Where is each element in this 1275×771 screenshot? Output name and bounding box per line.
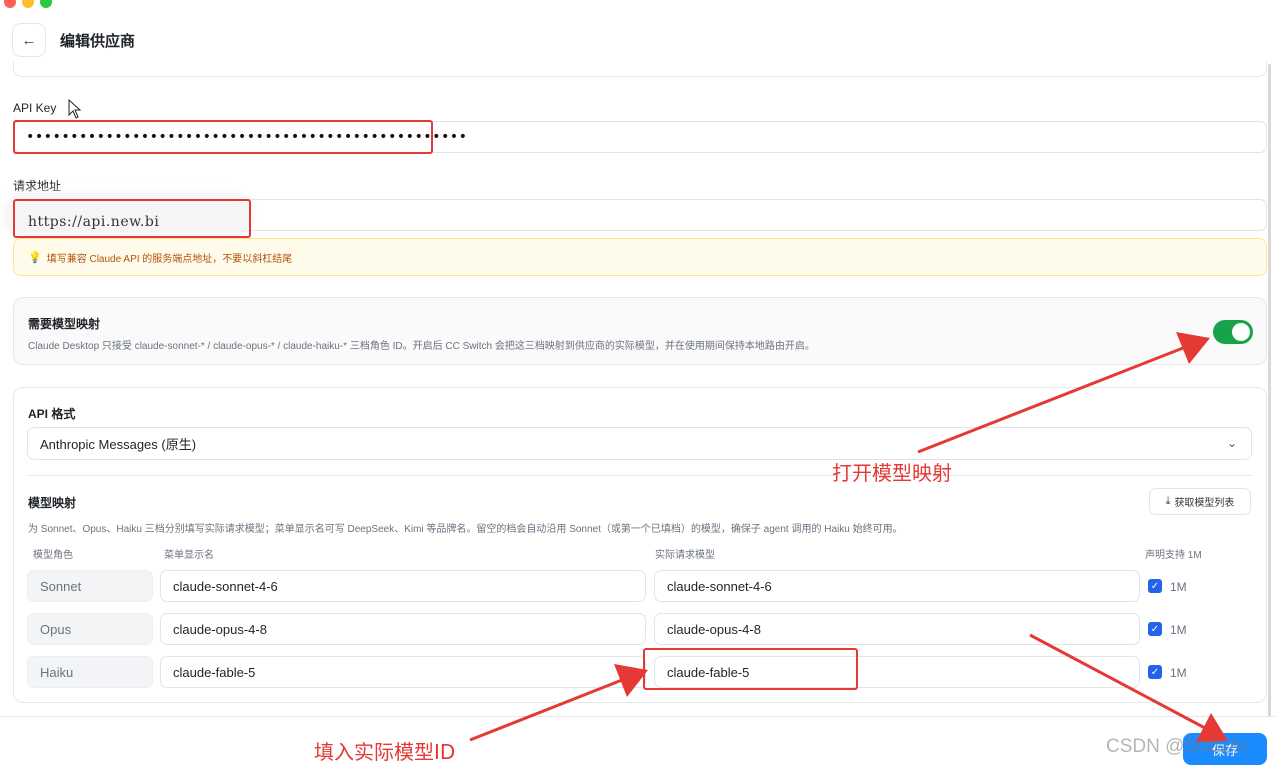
annotation-toggle-note: 打开模型映射	[832, 461, 952, 485]
label-1m-haiku: 1M	[1170, 666, 1187, 680]
footer-bar	[0, 716, 1275, 771]
minimize-window-icon[interactable]	[22, 0, 34, 8]
fetch-models-button[interactable]: ⤓ 获取模型列表	[1149, 488, 1251, 515]
role-cell-haiku: Haiku	[27, 656, 153, 688]
model-map-desc: 为 Sonnet、Opus、Haiku 三档分别填写实际请求模型；菜单显示名可写…	[28, 524, 903, 535]
annotation-box-url	[13, 199, 251, 238]
lightbulb-icon: 💡	[28, 251, 42, 264]
model-mapping-toggle[interactable]	[1213, 320, 1253, 344]
arrow-left-icon: ←	[21, 31, 37, 49]
label-1m-sonnet: 1M	[1170, 580, 1187, 594]
scrollbar[interactable]	[1268, 64, 1271, 771]
annotation-fill-note: 填入实际模型ID	[314, 740, 456, 764]
checkbox-1m-sonnet[interactable]: ✓	[1148, 579, 1162, 593]
check-icon: ✓	[1150, 623, 1160, 635]
mouse-cursor-icon	[68, 99, 82, 119]
check-icon: ✓	[1150, 666, 1160, 678]
model-mapping-toggle-title: 需要模型映射	[28, 317, 101, 331]
model-mapping-toggle-card	[13, 297, 1267, 365]
api-format-label: API 格式	[28, 407, 76, 421]
actual-model-input-opus[interactable]: claude-opus-4-8	[654, 613, 1140, 645]
model-mapping-toggle-desc: Claude Desktop 只接受 claude-sonnet-* / cla…	[28, 341, 815, 352]
column-header-display: 菜单显示名	[164, 550, 214, 561]
check-icon: ✓	[1150, 580, 1160, 592]
display-name-input-sonnet[interactable]: claude-sonnet-4-6	[160, 570, 646, 602]
close-window-icon[interactable]	[4, 0, 16, 8]
page-header: ← 编辑供应商	[12, 22, 1275, 58]
window-controls	[4, 0, 52, 8]
api-format-value: Anthropic Messages (原生)	[40, 437, 197, 452]
annotation-box-api-key	[13, 120, 433, 154]
role-cell-sonnet: Sonnet	[27, 570, 153, 602]
display-name-input-haiku[interactable]: claude-fable-5	[160, 656, 646, 688]
edit-provider-window: ← 编辑供应商 API Key ••••••••••••••••••••••••…	[0, 0, 1275, 771]
actual-model-input-sonnet[interactable]: claude-sonnet-4-6	[654, 570, 1140, 602]
model-map-title: 模型映射	[28, 496, 77, 510]
toggle-knob	[1232, 323, 1250, 341]
page-title: 编辑供应商	[60, 32, 136, 50]
checkbox-1m-opus[interactable]: ✓	[1148, 622, 1162, 636]
api-format-select[interactable]: Anthropic Messages (原生) ⌄	[27, 427, 1252, 460]
back-button[interactable]: ←	[12, 23, 46, 57]
maximize-window-icon[interactable]	[40, 0, 52, 8]
annotation-box-actual-model	[643, 648, 858, 690]
download-icon: ⤓	[1165, 495, 1171, 507]
column-header-role: 模型角色	[33, 550, 73, 561]
watermark: CSDN @Sub2AI	[1106, 736, 1247, 757]
request-url-hint: 💡 填写兼容 Claude API 的服务端点地址，不要以斜杠结尾	[13, 238, 1267, 276]
column-header-1m: 声明支持 1M	[1145, 550, 1202, 561]
label-1m-opus: 1M	[1170, 623, 1187, 637]
column-header-actual: 实际请求模型	[655, 550, 715, 561]
hint-text: 填写兼容 Claude API 的服务端点地址，不要以斜杠结尾	[46, 253, 293, 265]
display-name-input-opus[interactable]: claude-opus-4-8	[160, 613, 646, 645]
checkbox-1m-haiku[interactable]: ✓	[1148, 665, 1162, 679]
role-cell-opus: Opus	[27, 613, 153, 645]
previous-field-edge	[13, 62, 1267, 77]
fetch-models-label: 获取模型列表	[1174, 498, 1235, 509]
api-key-label: API Key	[13, 101, 57, 115]
divider	[27, 475, 1252, 476]
chevron-down-icon: ⌄	[1226, 436, 1237, 450]
